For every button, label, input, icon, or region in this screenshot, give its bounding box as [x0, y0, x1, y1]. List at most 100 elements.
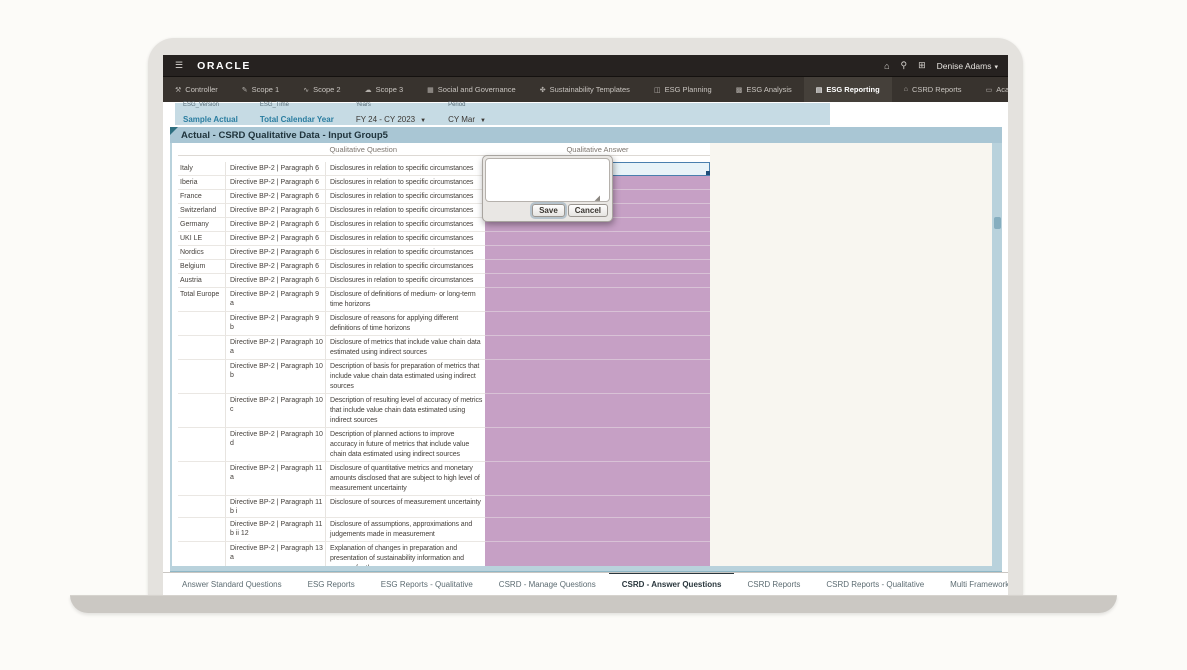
- sheet-tab-label: ESG Reports: [308, 580, 355, 589]
- grid-empty-area: [710, 143, 992, 566]
- sheet-tab-esg-reports-qualitative[interactable]: ESG Reports - Qualitative: [368, 572, 486, 595]
- user-name: Denise Adams: [937, 61, 992, 71]
- top-bar: ☰ ORACLE ⌂ ⚲ ⊞ Denise Adams▾: [163, 55, 1008, 76]
- answer-cell[interactable]: [485, 518, 710, 542]
- pov-item-years[interactable]: YearsFY 24 - CY 2023▼: [356, 102, 426, 127]
- tab-scope-1[interactable]: ✎Scope 1: [230, 77, 291, 102]
- tab-controller[interactable]: ⚒Controller: [163, 77, 230, 102]
- grid-icon: ▩: [736, 86, 743, 94]
- sheet-tab-multi-framework-report[interactable]: Multi Framework Report: [937, 572, 1008, 595]
- answer-cell[interactable]: [485, 232, 710, 246]
- entity-cell: Switzerland: [178, 204, 225, 218]
- table-row: SwitzerlandDirective BP-2 | Paragraph 6D…: [178, 204, 710, 218]
- entity-cell: Austria: [178, 274, 225, 288]
- table-row: Directive BP-2 | Paragraph 11 b ii 12Dis…: [178, 518, 710, 542]
- table-row: Directive BP-2 | Paragraph 10 dDescripti…: [178, 428, 710, 462]
- fill-handle[interactable]: [706, 171, 710, 175]
- question-cell: Disclosure of sources of measurement unc…: [325, 496, 485, 518]
- answer-cell[interactable]: [485, 462, 710, 496]
- directive-cell: Directive BP-2 | Paragraph 9 a: [225, 288, 325, 312]
- sheet-tab-esg-reports[interactable]: ESG Reports: [295, 572, 368, 595]
- popup-cancel-button[interactable]: Cancel: [568, 204, 608, 217]
- sheet-tab-answer-standard-questions[interactable]: Answer Standard Questions: [169, 572, 295, 595]
- pov-member-value[interactable]: CY Mar▼: [448, 115, 486, 124]
- table-row: ItalyDirective BP-2 | Paragraph 6Disclos…: [178, 162, 710, 176]
- pov-dimension-label: Period: [448, 102, 486, 109]
- answer-cell[interactable]: [485, 246, 710, 260]
- caret-down-icon: ▼: [420, 118, 426, 124]
- sheet-tab-csrd-manage-questions[interactable]: CSRD - Manage Questions: [486, 572, 609, 595]
- oracle-logo: ORACLE: [197, 60, 251, 72]
- pov-member-value[interactable]: FY 24 - CY 2023 ▼: [356, 115, 426, 124]
- corner-fold-icon: [170, 127, 178, 135]
- pov-item-esg-version[interactable]: ESG_VersionSample Actual: [183, 102, 238, 127]
- tab-esg-planning[interactable]: ◫ESG Planning: [642, 77, 724, 102]
- question-cell: Disclosure of quantitative metrics and m…: [325, 462, 485, 496]
- answer-cell[interactable]: [485, 428, 710, 462]
- answer-cell[interactable]: [485, 312, 710, 336]
- answer-cell[interactable]: [485, 542, 710, 566]
- question-cell: Description of resulting level of accura…: [325, 394, 485, 428]
- tab-scope-2[interactable]: ∿ Scope 2: [291, 77, 352, 102]
- sheet-tab-label: CSRD - Manage Questions: [499, 580, 596, 589]
- answer-cell[interactable]: [485, 360, 710, 394]
- building-icon: ▦: [427, 86, 434, 94]
- plug-icon: ∿: [303, 86, 309, 94]
- entity-cell: Italy: [178, 162, 225, 176]
- entity-cell: [178, 542, 225, 566]
- tab-esg-analysis[interactable]: ▩ESG Analysis: [724, 77, 804, 102]
- cell-editor-textarea[interactable]: [485, 158, 610, 202]
- user-menu[interactable]: Denise Adams▾: [937, 61, 998, 71]
- answer-cell[interactable]: [485, 336, 710, 360]
- directive-cell: Directive BP-2 | Paragraph 6: [225, 232, 325, 246]
- tab-scope-3[interactable]: ☁Scope 3: [353, 77, 416, 102]
- answer-cell[interactable]: [485, 260, 710, 274]
- home-icon[interactable]: ⌂: [884, 61, 889, 71]
- table-row: Total EuropeDirective BP-2 | Paragraph 9…: [178, 288, 710, 312]
- tab-social-and-governance[interactable]: ▦Social and Governance: [415, 77, 528, 102]
- form-title-bar: Actual - CSRD Qualitative Data - Input G…: [170, 127, 1002, 143]
- microphone-icon[interactable]: ⚲: [901, 60, 908, 71]
- entity-cell: France: [178, 190, 225, 204]
- sheet-tab-csrd-reports[interactable]: CSRD Reports: [734, 572, 813, 595]
- table-row: Directive BP-2 | Paragraph 10 aDisclosur…: [178, 336, 710, 360]
- question-cell: Disclosures in relation to specific circ…: [325, 218, 485, 232]
- pov-item-esg-time[interactable]: ESG_TimeTotal Calendar Year: [260, 102, 334, 127]
- table-row: Directive BP-2 | Paragraph 11 b iDisclos…: [178, 496, 710, 518]
- pov-bar: ESG_VersionSample Actual ESG_TimeTotal Ca…: [175, 103, 830, 125]
- entity-cell: [178, 394, 225, 428]
- tab-label: Controller: [185, 85, 218, 94]
- answer-cell[interactable]: [485, 394, 710, 428]
- directive-cell: Directive BP-2 | Paragraph 11 b i: [225, 496, 325, 518]
- hamburger-icon[interactable]: ☰: [175, 60, 183, 71]
- sheet-tab-label: CSRD - Answer Questions: [622, 580, 722, 589]
- popup-save-button[interactable]: Save: [532, 204, 565, 217]
- tab-label: Scope 3: [376, 85, 404, 94]
- tab-sustainability-templates[interactable]: ✤Sustainability Templates: [528, 77, 642, 102]
- tab-label: Scope 1: [252, 85, 280, 94]
- sheet-tab-csrd-answer-questions[interactable]: CSRD - Answer Questions: [609, 572, 735, 595]
- laptop-base: [70, 595, 1117, 613]
- answer-cell[interactable]: [485, 496, 710, 518]
- sheet-tab-csrd-reports-qualitative[interactable]: CSRD Reports - Qualitative: [813, 572, 937, 595]
- directive-cell: Directive BP-2 | Paragraph 6: [225, 260, 325, 274]
- directive-cell: Directive BP-2 | Paragraph 10 c: [225, 394, 325, 428]
- answer-cell[interactable]: [485, 288, 710, 312]
- tab-label: Scope 2: [313, 85, 341, 94]
- directive-cell: Directive BP-2 | Paragraph 10 d: [225, 428, 325, 462]
- app-grid-icon[interactable]: ⊞: [918, 60, 926, 71]
- directive-cell: Directive BP-2 | Paragraph 10 b: [225, 360, 325, 394]
- question-cell: Disclosures in relation to specific circ…: [325, 204, 485, 218]
- pov-member-value[interactable]: Sample Actual: [183, 115, 238, 124]
- vertical-scrollbar[interactable]: [994, 217, 1001, 229]
- pov-member-value[interactable]: Total Calendar Year: [260, 115, 334, 124]
- tab-csrd-reports[interactable]: ⌂CSRD Reports: [892, 77, 974, 102]
- tab-academy[interactable]: ▭Academy: [974, 77, 1008, 102]
- tab-esg-reporting[interactable]: ▤ESG Reporting: [804, 77, 892, 102]
- answer-cell[interactable]: [485, 274, 710, 288]
- question-cell: Description of basis for preparation of …: [325, 360, 485, 394]
- pov-member-text: FY 24 - CY 2023: [356, 115, 415, 124]
- resize-handle-icon[interactable]: ◢: [595, 194, 600, 202]
- directive-cell: Directive BP-2 | Paragraph 6: [225, 218, 325, 232]
- pov-item-period[interactable]: Period CY Mar▼: [448, 102, 486, 127]
